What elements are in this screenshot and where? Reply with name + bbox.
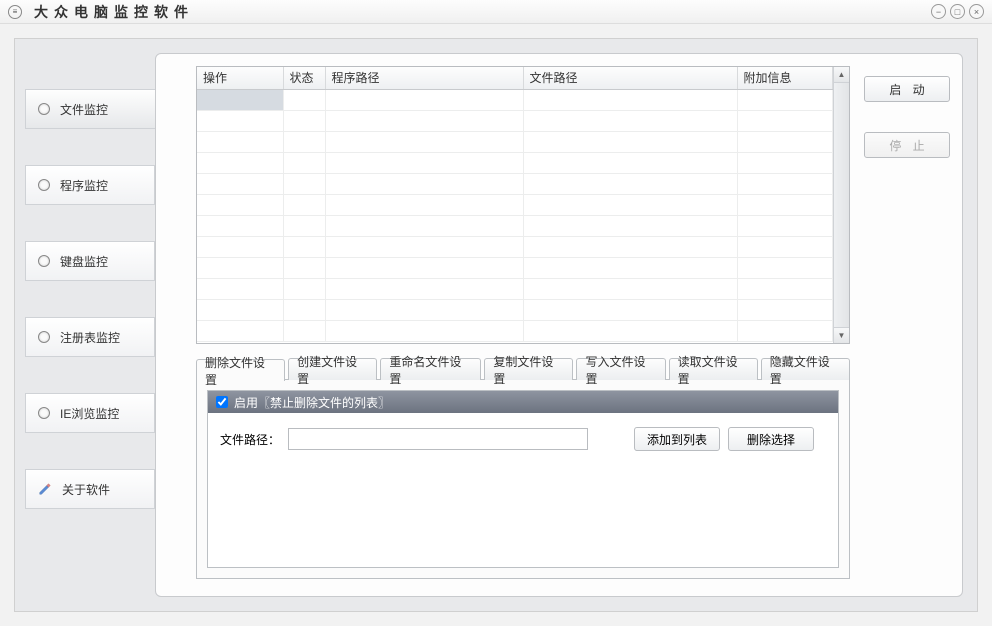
enable-list-label: 启用〖禁止删除文件的列表〗 — [234, 394, 390, 411]
radio-icon — [38, 331, 50, 343]
action-buttons: 启 动 停 止 — [864, 76, 950, 158]
window-controls: − □ × — [931, 4, 984, 19]
tab-create-file[interactable]: 创建文件设置 — [288, 358, 377, 380]
close-button[interactable]: × — [969, 4, 984, 19]
col-file-path[interactable]: 文件路径 — [523, 67, 737, 89]
file-path-input[interactable] — [288, 428, 588, 450]
col-extra-info[interactable]: 附加信息 — [737, 67, 833, 89]
table-row[interactable] — [197, 320, 833, 341]
start-button[interactable]: 启 动 — [864, 76, 950, 102]
table-row[interactable] — [197, 257, 833, 278]
sidebar-item-label: 键盘监控 — [60, 253, 108, 270]
maximize-button[interactable]: □ — [950, 4, 965, 19]
tab-copy-file[interactable]: 复制文件设置 — [484, 358, 573, 380]
tab-delete-file[interactable]: 删除文件设置 — [196, 359, 285, 381]
system-menu-icon[interactable]: ≡ — [8, 5, 22, 19]
vertical-scrollbar[interactable]: ▲ ▼ — [833, 67, 849, 343]
titlebar: ≡ 大众电脑监控软件 − □ × — [0, 0, 992, 24]
table-row[interactable] — [197, 194, 833, 215]
col-status[interactable]: 状态 — [283, 67, 325, 89]
scroll-down-icon[interactable]: ▼ — [834, 327, 849, 343]
radio-icon — [38, 179, 50, 191]
radio-icon — [38, 407, 50, 419]
col-program-path[interactable]: 程序路径 — [325, 67, 523, 89]
sidebar-item-label: 程序监控 — [60, 177, 108, 194]
settings-tabs: 删除文件设置 创建文件设置 重命名文件设置 复制文件设置 写入文件设置 读取文件… — [196, 358, 850, 380]
table-row[interactable] — [197, 110, 833, 131]
main-panel: 文件监控 程序监控 键盘监控 注册表监控 IE浏览监控 关于软件 — [14, 38, 978, 612]
delete-selected-button[interactable]: 删除选择 — [728, 427, 814, 451]
pencil-icon — [38, 482, 52, 496]
tab-hide-file[interactable]: 隐藏文件设置 — [761, 358, 850, 380]
sidebar-item-about[interactable]: 关于软件 — [25, 469, 155, 509]
table-row[interactable] — [197, 299, 833, 320]
sidebar-item-keyboard-monitor[interactable]: 键盘监控 — [25, 241, 155, 281]
file-path-label: 文件路径： — [220, 431, 280, 448]
settings-panel: 启用〖禁止删除文件的列表〗 文件路径： 添加到列表 删除选择 — [207, 390, 839, 568]
tab-rename-file[interactable]: 重命名文件设置 — [380, 358, 481, 380]
table-row[interactable] — [197, 278, 833, 299]
stop-button: 停 止 — [864, 132, 950, 158]
table-row[interactable] — [197, 89, 833, 110]
sidebar-item-label: IE浏览监控 — [60, 405, 119, 422]
scroll-up-icon[interactable]: ▲ — [834, 67, 849, 83]
sidebar-item-label: 注册表监控 — [60, 329, 120, 346]
sidebar-item-label: 文件监控 — [60, 101, 108, 118]
add-to-list-button[interactable]: 添加到列表 — [634, 427, 720, 451]
sidebar: 文件监控 程序监控 键盘监控 注册表监控 IE浏览监控 关于软件 — [25, 89, 155, 509]
radio-icon — [38, 103, 50, 115]
sidebar-item-label: 关于软件 — [62, 481, 110, 498]
table-row[interactable] — [197, 215, 833, 236]
table-row[interactable] — [197, 152, 833, 173]
sidebar-item-registry-monitor[interactable]: 注册表监控 — [25, 317, 155, 357]
window-title: 大众电脑监控软件 — [34, 2, 194, 22]
table-row[interactable] — [197, 131, 833, 152]
table-header-row: 操作 状态 程序路径 文件路径 附加信息 — [197, 67, 833, 89]
enable-list-checkbox[interactable] — [216, 396, 228, 408]
content-frame: 启 动 停 止 操作 — [155, 53, 963, 597]
tab-write-file[interactable]: 写入文件设置 — [576, 358, 665, 380]
tab-read-file[interactable]: 读取文件设置 — [669, 358, 758, 380]
panel-header: 启用〖禁止删除文件的列表〗 — [208, 391, 838, 413]
monitor-table: 操作 状态 程序路径 文件路径 附加信息 — [196, 66, 850, 344]
radio-icon — [38, 255, 50, 267]
minimize-button[interactable]: − — [931, 4, 946, 19]
sidebar-item-ie-monitor[interactable]: IE浏览监控 — [25, 393, 155, 433]
col-operation[interactable]: 操作 — [197, 67, 283, 89]
table-row[interactable] — [197, 236, 833, 257]
sidebar-item-program-monitor[interactable]: 程序监控 — [25, 165, 155, 205]
tab-panel: 启用〖禁止删除文件的列表〗 文件路径： 添加到列表 删除选择 — [196, 379, 850, 579]
table-row[interactable] — [197, 173, 833, 194]
sidebar-item-file-monitor[interactable]: 文件监控 — [25, 89, 155, 129]
